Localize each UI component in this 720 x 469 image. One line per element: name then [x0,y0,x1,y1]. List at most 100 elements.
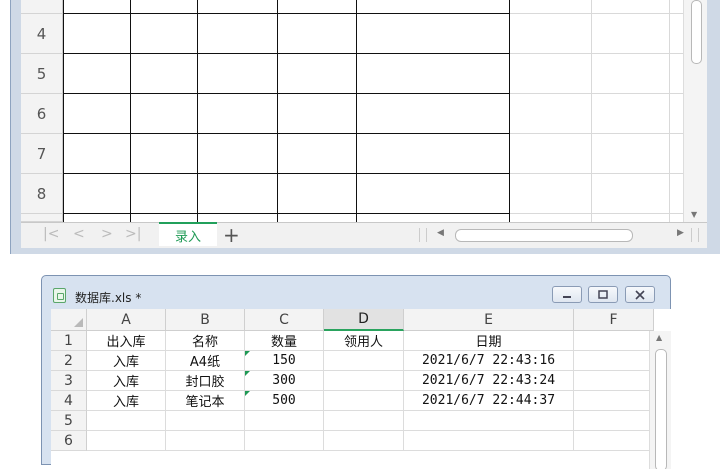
row-header[interactable]: 3 [51,371,87,391]
scroll-up-arrow-icon[interactable]: ▲ [656,333,662,342]
column-header-c[interactable]: C [245,309,324,331]
table-border [277,0,278,222]
minimize-icon [563,295,571,298]
vertical-scrollbar[interactable]: ▲ [649,331,671,469]
table-cell[interactable] [324,431,404,451]
row-header[interactable] [21,0,63,14]
row-header[interactable]: 7 [21,134,63,174]
table-border [63,133,510,134]
scrollbar-thumb[interactable] [655,349,667,469]
table-cell[interactable]: 2021/6/7 22:43:24 [404,371,574,391]
table-cell[interactable] [574,351,654,371]
table-cell[interactable]: 领用人 [324,331,404,351]
horizontal-scrollbar[interactable]: ◀ ▶ [437,228,687,243]
close-icon [635,289,645,300]
table-border [63,53,510,54]
table-cell[interactable] [574,431,654,451]
gridline [669,0,670,222]
table-cell[interactable] [574,391,654,411]
table-cell[interactable]: 出入库 [87,331,166,351]
minimize-button[interactable] [552,286,582,303]
table-cell[interactable]: 2021/6/7 22:44:37 [404,391,574,411]
table-border [356,0,357,222]
scrollbar-thumb[interactable] [691,0,702,64]
prev-sheet-icon[interactable]: < [73,226,85,242]
table-border [197,0,198,222]
table-border [63,93,510,94]
table-cell[interactable] [87,431,166,451]
table-border [63,13,510,14]
window-title-bar[interactable]: 数据库.xls * [42,276,670,308]
table-cell[interactable]: 入库 [87,351,166,371]
cell-value: 150 [272,353,296,368]
scrollbar-thumb[interactable] [455,229,633,242]
scroll-down-arrow-icon[interactable]: ▼ [691,210,697,219]
cell-value: 300 [272,373,296,388]
add-sheet-icon[interactable]: + [223,223,240,247]
table-cell[interactable] [87,411,166,431]
table-border [63,173,510,174]
row-header[interactable]: 6 [51,431,87,451]
column-header-d[interactable]: D [324,309,404,331]
splitter-handle[interactable] [691,228,699,242]
table-cell[interactable] [574,331,654,351]
number-as-text-indicator-icon [245,371,250,376]
column-header-f[interactable]: F [574,309,654,331]
vertical-scrollbar[interactable]: ▼ [683,0,707,222]
next-sheet-icon[interactable]: > [101,226,113,242]
table-cell[interactable]: 数量 [245,331,324,351]
table-cell[interactable] [324,371,404,391]
table-cell[interactable]: 入库 [87,391,166,411]
row-header[interactable]: 5 [21,54,63,94]
table-cell[interactable] [245,431,324,451]
table-cell[interactable]: 500 [245,391,324,411]
row-header[interactable]: 6 [21,94,63,134]
row-header[interactable]: 4 [51,391,87,411]
table-cell[interactable]: 300 [245,371,324,391]
table-cell[interactable]: 封口胶 [166,371,245,391]
close-button[interactable] [625,286,655,303]
row-header[interactable] [21,214,63,222]
table-cell[interactable]: 2021/6/7 22:43:16 [404,351,574,371]
window-title: 数据库.xls * [75,291,142,305]
column-header-b[interactable]: B [166,309,245,331]
table-cell[interactable]: A4纸 [166,351,245,371]
database-window: 数据库.xls * A B C D E F 1 出入库 名称 数量 领用人 日期… [41,275,671,469]
table-cell[interactable] [404,431,574,451]
table-cell[interactable]: 入库 [87,371,166,391]
table-cell[interactable]: 名称 [166,331,245,351]
splitter-handle[interactable] [419,228,427,242]
top-spreadsheet-window: 4 5 6 7 8 ▼ |< < > >| 录入 + ◀ ▶ [10,0,720,254]
select-all-corner[interactable] [51,309,87,331]
database-sheet-grid[interactable]: A B C D E F 1 出入库 名称 数量 领用人 日期 2 入库 A4纸 … [51,309,671,469]
scroll-right-arrow-icon[interactable]: ▶ [677,228,684,238]
restore-button[interactable] [588,286,618,303]
table-cell[interactable] [574,371,654,391]
column-header-a[interactable]: A [87,309,166,331]
tab-sheet-entry[interactable]: 录入 [159,222,217,246]
row-header[interactable]: 1 [51,331,87,351]
table-cell[interactable]: 笔记本 [166,391,245,411]
row-header[interactable]: 4 [21,14,63,54]
row-header[interactable]: 2 [51,351,87,371]
table-border [509,0,510,222]
table-cell[interactable] [324,391,404,411]
table-cell[interactable] [166,411,245,431]
table-cell[interactable] [574,411,654,431]
last-sheet-icon[interactable]: >| [125,226,141,242]
sheet-tab-bar: |< < > >| 录入 + ◀ ▶ [21,222,707,248]
table-cell[interactable] [404,411,574,431]
number-as-text-indicator-icon [245,391,250,396]
column-header-e[interactable]: E [404,309,574,331]
table-cell[interactable] [245,411,324,431]
table-cell[interactable]: 150 [245,351,324,371]
table-cell[interactable] [166,431,245,451]
table-cell[interactable] [324,351,404,371]
row-header[interactable]: 8 [21,174,63,214]
scroll-left-arrow-icon[interactable]: ◀ [437,228,444,238]
first-sheet-icon[interactable]: |< [43,226,59,242]
table-cell[interactable]: 日期 [404,331,574,351]
top-sheet-grid[interactable]: 4 5 6 7 8 ▼ [21,0,707,222]
table-cell[interactable] [324,411,404,431]
row-header[interactable]: 5 [51,411,87,431]
